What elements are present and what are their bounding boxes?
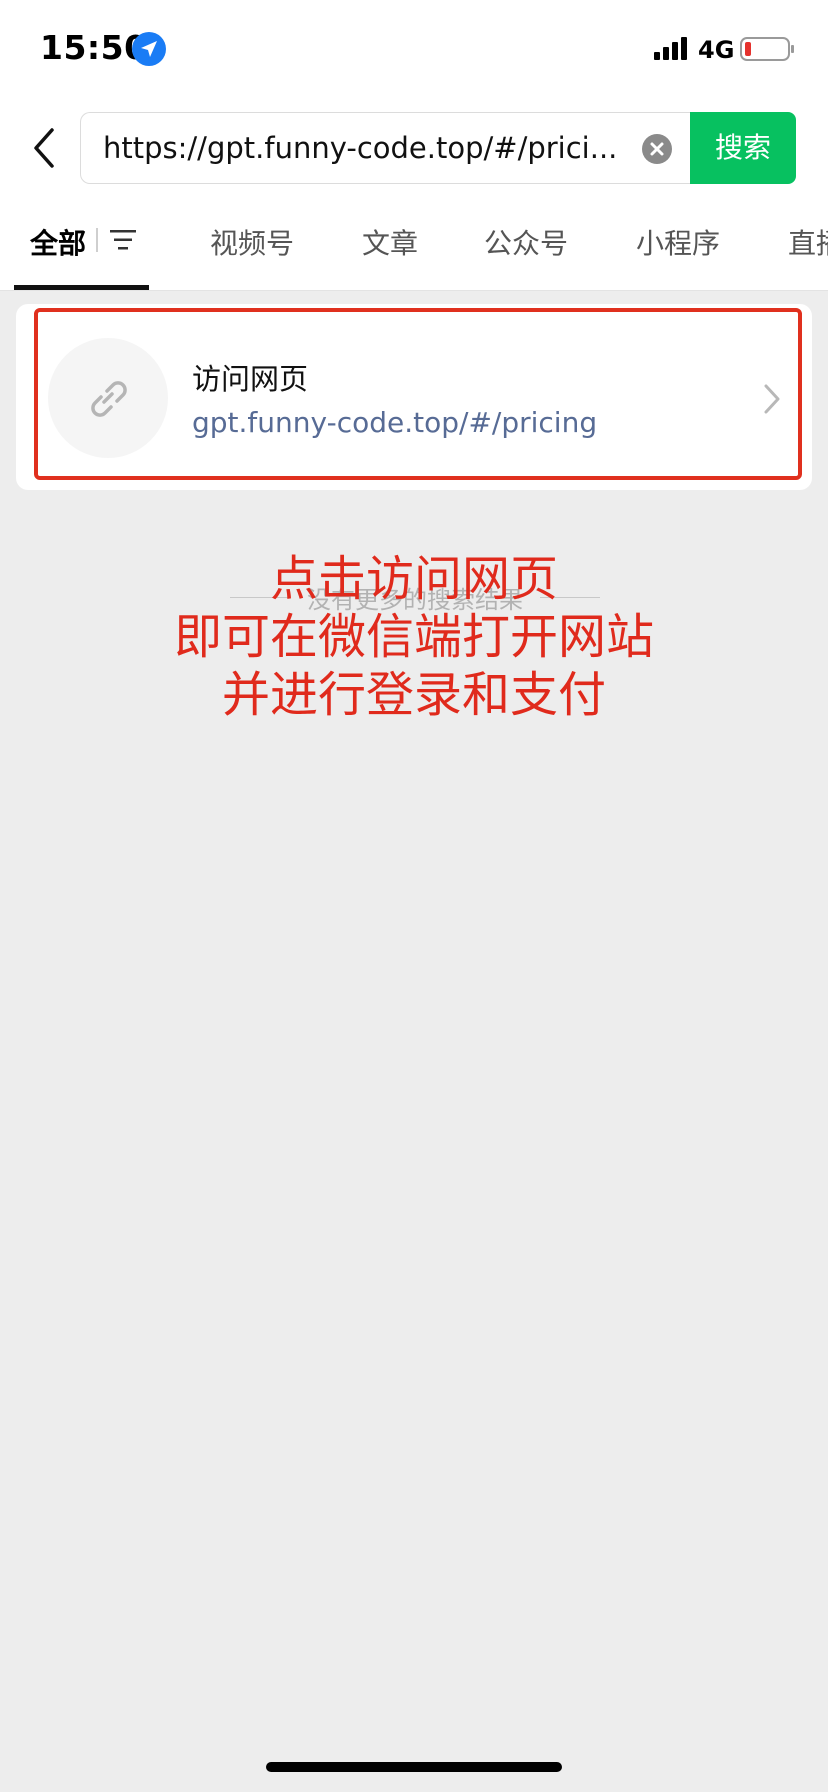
tab-all[interactable]: 全部 <box>30 222 86 262</box>
annotation-line-3: 并进行登录和支付 <box>221 667 606 723</box>
annotation-text: 点击访问网页 即可在微信端打开网站 并进行登录和支付 <box>0 550 828 724</box>
annotation-highlight-box <box>34 308 802 480</box>
active-tab-indicator <box>14 285 149 290</box>
annotation-line-1: 点击访问网页 <box>269 551 558 607</box>
battery-low-icon <box>740 37 794 61</box>
annotation-line-2: 即可在微信端打开网站 <box>173 609 654 665</box>
tab-official-accounts[interactable]: 公众号 <box>484 222 568 262</box>
tab-articles[interactable]: 文章 <box>362 222 418 262</box>
location-arrow-icon <box>132 32 166 66</box>
clear-icon[interactable] <box>641 133 673 165</box>
tab-channels[interactable]: 视频号 <box>210 222 294 262</box>
search-button[interactable]: 搜索 <box>690 112 796 184</box>
filter-icon[interactable] <box>108 228 138 252</box>
cellular-signal-icon <box>654 37 687 60</box>
network-type: 4G <box>698 36 735 64</box>
tab-mini-programs[interactable]: 小程序 <box>636 222 720 262</box>
search-field[interactable]: https://gpt.funny-code.top/#/prici... <box>80 112 690 184</box>
tab-divider <box>96 228 98 252</box>
search-input[interactable]: https://gpt.funny-code.top/#/prici... <box>103 113 623 183</box>
tab-live[interactable]: 直播 <box>788 222 828 262</box>
back-arrow-icon[interactable] <box>26 124 62 172</box>
home-indicator[interactable] <box>266 1762 562 1772</box>
